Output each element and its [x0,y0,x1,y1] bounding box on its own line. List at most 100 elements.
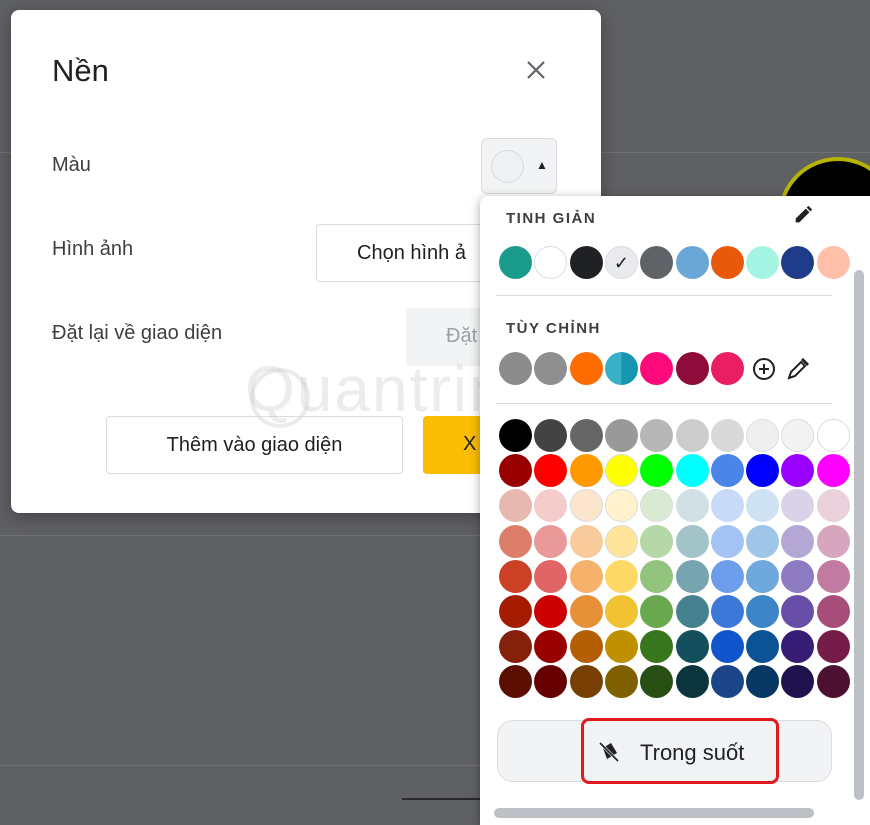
grid-color-swatch[interactable] [781,665,815,699]
grid-color-swatch[interactable] [675,524,709,558]
grid-color-swatch[interactable] [569,595,603,628]
grid-color-swatch[interactable] [781,595,815,628]
color-dropdown-button[interactable]: ▲ [481,138,557,194]
grid-color-swatch[interactable] [710,559,744,593]
grid-color-swatch[interactable] [781,454,815,488]
grid-color-swatch[interactable] [499,419,532,452]
simple-color-swatch[interactable] [569,246,603,279]
grid-color-swatch[interactable] [675,419,709,452]
simple-color-swatch[interactable] [781,246,815,279]
grid-color-swatch[interactable] [499,524,532,558]
grid-color-swatch[interactable] [534,454,568,488]
grid-color-swatch[interactable] [746,559,780,593]
simple-color-swatch[interactable] [534,246,568,279]
grid-color-swatch[interactable] [604,419,638,452]
add-to-theme-button[interactable]: Thêm vào giao diện [106,416,403,474]
grid-color-swatch[interactable] [499,665,532,699]
grid-color-swatch[interactable] [569,454,603,488]
grid-color-swatch[interactable] [604,559,638,593]
grid-color-swatch[interactable] [604,595,638,628]
grid-color-swatch[interactable] [640,630,674,664]
custom-color-swatch[interactable] [604,352,638,385]
grid-color-swatch[interactable] [569,559,603,593]
grid-color-swatch[interactable] [816,454,850,488]
grid-color-swatch[interactable] [640,489,674,523]
grid-color-swatch[interactable] [746,524,780,558]
simple-color-swatch[interactable] [816,246,850,279]
grid-color-swatch[interactable] [534,595,568,628]
grid-color-swatch[interactable] [640,595,674,628]
grid-color-swatch[interactable] [746,595,780,628]
simple-color-swatch[interactable] [640,246,674,279]
grid-color-swatch[interactable] [640,454,674,488]
grid-color-swatch[interactable] [499,595,532,628]
simple-color-swatch[interactable] [499,246,532,279]
grid-color-swatch[interactable] [604,454,638,488]
grid-color-swatch[interactable] [569,630,603,664]
grid-color-swatch[interactable] [604,665,638,699]
grid-color-swatch[interactable] [710,524,744,558]
grid-color-swatch[interactable] [534,630,568,664]
grid-color-swatch[interactable] [746,630,780,664]
grid-color-swatch[interactable] [781,524,815,558]
grid-color-swatch[interactable] [675,559,709,593]
grid-color-swatch[interactable] [816,665,850,699]
simple-color-swatch[interactable] [746,246,780,279]
grid-color-swatch[interactable] [710,489,744,523]
grid-color-swatch[interactable] [640,524,674,558]
horizontal-scrollbar[interactable] [494,808,814,818]
grid-color-swatch[interactable] [569,665,603,699]
custom-color-swatch[interactable] [710,352,744,385]
close-icon[interactable] [521,55,551,85]
grid-color-swatch[interactable] [781,489,815,523]
grid-color-swatch[interactable] [534,665,568,699]
grid-color-swatch[interactable] [710,665,744,699]
grid-color-swatch[interactable] [746,454,780,488]
grid-color-swatch[interactable] [499,489,532,523]
grid-color-swatch[interactable] [710,454,744,488]
grid-color-swatch[interactable] [569,489,603,523]
grid-color-swatch[interactable] [534,524,568,558]
grid-color-swatch[interactable] [746,419,780,452]
grid-color-swatch[interactable] [710,419,744,452]
grid-color-swatch[interactable] [816,630,850,664]
grid-color-swatch[interactable] [816,489,850,523]
custom-color-swatch[interactable] [675,352,709,385]
custom-color-swatch[interactable] [569,352,603,385]
grid-color-swatch[interactable] [534,419,568,452]
grid-color-swatch[interactable] [746,665,780,699]
grid-color-swatch[interactable] [499,559,532,593]
edit-pen-icon[interactable] [792,204,814,226]
grid-color-swatch[interactable] [816,559,850,593]
vertical-scrollbar[interactable] [854,270,864,800]
grid-color-swatch[interactable] [569,524,603,558]
grid-color-swatch[interactable] [640,419,674,452]
simple-color-swatch[interactable] [710,246,744,279]
grid-color-swatch[interactable] [534,559,568,593]
grid-color-swatch[interactable] [499,454,532,488]
custom-color-swatch[interactable] [534,352,568,385]
grid-color-swatch[interactable] [499,630,532,664]
grid-color-swatch[interactable] [675,595,709,628]
grid-color-swatch[interactable] [781,419,815,452]
grid-color-swatch[interactable] [781,630,815,664]
grid-color-swatch[interactable] [534,489,568,523]
grid-color-swatch[interactable] [675,489,709,523]
grid-color-swatch[interactable] [816,595,850,628]
grid-color-swatch[interactable] [604,630,638,664]
grid-color-swatch[interactable] [675,665,709,699]
grid-color-swatch[interactable] [816,419,850,452]
grid-color-swatch[interactable] [604,524,638,558]
custom-color-swatch[interactable] [640,352,674,385]
grid-color-swatch[interactable] [675,630,709,664]
simple-color-swatch[interactable]: ✓ [604,246,638,279]
custom-color-swatch[interactable] [499,352,532,385]
grid-color-swatch[interactable] [604,489,638,523]
grid-color-swatch[interactable] [746,489,780,523]
grid-color-swatch[interactable] [569,419,603,452]
add-custom-color-icon[interactable] [751,356,777,382]
grid-color-swatch[interactable] [640,559,674,593]
simple-color-swatch[interactable] [675,246,709,279]
grid-color-swatch[interactable] [781,559,815,593]
eyedropper-icon[interactable] [785,356,811,382]
